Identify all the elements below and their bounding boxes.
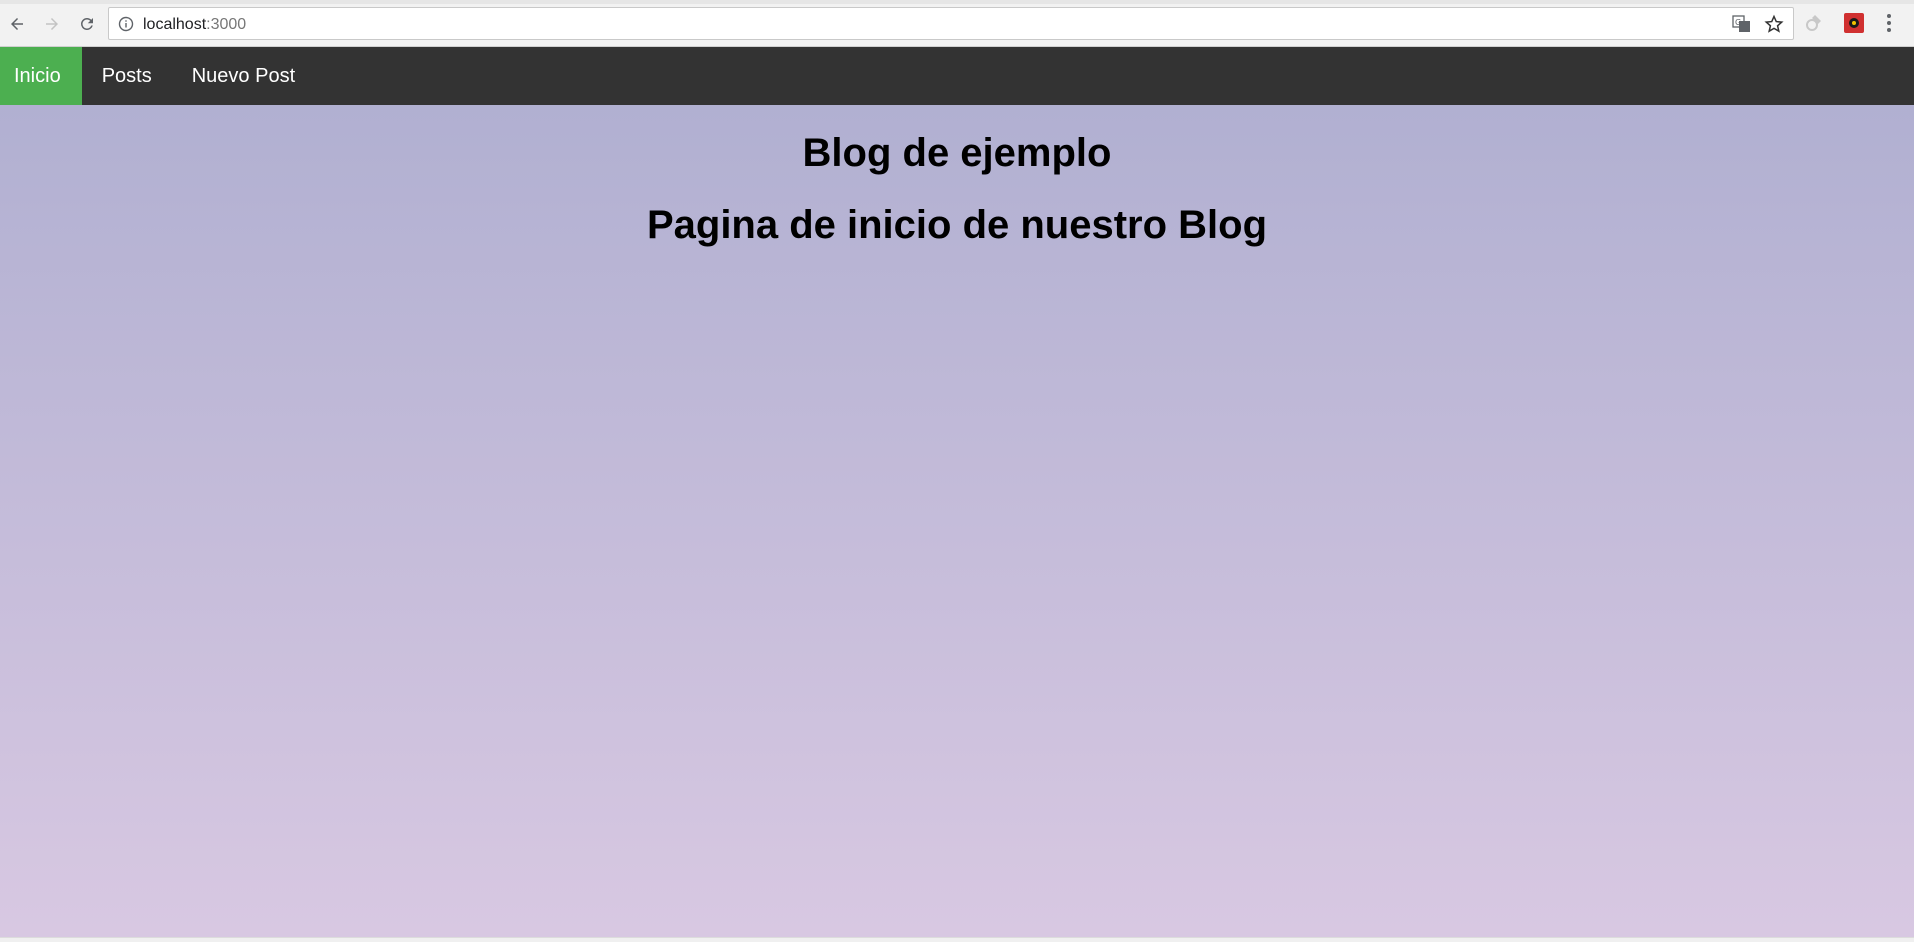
svg-text:G: G — [1735, 18, 1741, 27]
menu-icon[interactable] — [1879, 12, 1899, 34]
info-icon[interactable] — [118, 16, 134, 32]
nav-item-posts[interactable]: Posts — [82, 47, 172, 105]
reload-icon — [80, 17, 93, 30]
top-navbar: Inicio Posts Nuevo Post — [0, 47, 1914, 105]
extension-icon[interactable] — [1803, 12, 1825, 34]
star-icon[interactable] — [1764, 14, 1784, 34]
url-text[interactable]: localhost:3000 — [143, 16, 246, 34]
tab-strip — [0, 0, 1914, 4]
back-arrow-icon — [11, 18, 23, 30]
page-body: Inicio Posts Nuevo Post Blog de ejemplo … — [0, 47, 1914, 937]
extension-icon[interactable] — [1843, 12, 1865, 34]
page-title: Blog de ejemplo — [802, 131, 1112, 175]
reload-button[interactable] — [75, 12, 99, 36]
browser-toolbar: localhost:3000 G — [0, 0, 1914, 47]
forward-arrow-icon — [46, 18, 58, 30]
url-port: :3000 — [206, 16, 247, 33]
nav-item-inicio[interactable]: Inicio — [0, 47, 82, 105]
url-host: localhost — [143, 16, 207, 33]
page-subtitle: Pagina de inicio de nuestro Blog — [646, 203, 1268, 247]
address-bar[interactable]: localhost:3000 G — [108, 7, 1794, 40]
forward-button[interactable] — [40, 12, 64, 36]
nav-item-nuevo-post[interactable]: Nuevo Post — [172, 47, 315, 105]
translate-icon[interactable]: G — [1732, 15, 1752, 33]
window-bottom-edge — [0, 937, 1914, 942]
back-button[interactable] — [5, 12, 29, 36]
